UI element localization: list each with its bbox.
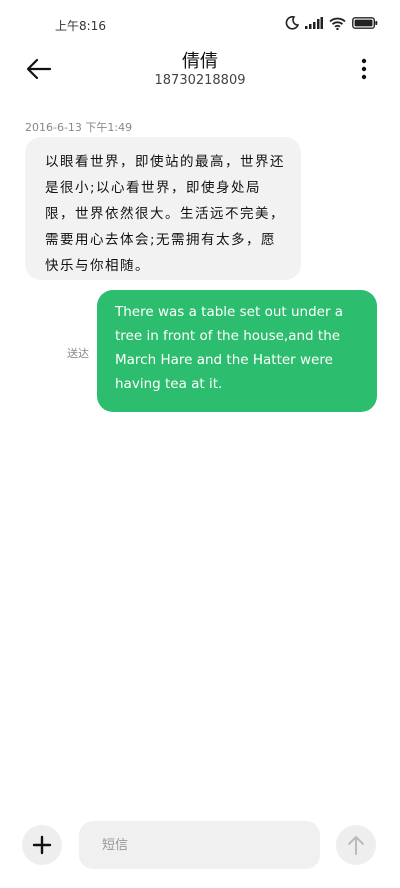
outgoing-message-bubble[interactable]: There was a table set out under a tree i…: [97, 290, 377, 412]
contact-name: 倩倩: [182, 51, 218, 72]
send-button[interactable]: [336, 825, 376, 865]
plus-icon: [32, 835, 52, 855]
delivery-status: 送达: [67, 347, 89, 360]
message-timestamp: 2016-6-13 下午1:49: [25, 121, 133, 134]
status-time: 上午8:16: [55, 19, 106, 33]
composer-bar: [0, 820, 400, 876]
more-options-button[interactable]: [354, 55, 374, 83]
conversation-header: 倩倩 18730218809: [0, 40, 400, 96]
contact-number: 18730218809: [154, 73, 246, 88]
message-input[interactable]: [79, 821, 320, 869]
more-vertical-icon: [361, 58, 367, 80]
status-icons: [285, 16, 378, 30]
add-attachment-button[interactable]: [22, 825, 62, 865]
send-arrow-up-icon: [348, 836, 364, 855]
signal-icon: [305, 17, 323, 29]
moon-icon: [285, 16, 299, 30]
incoming-message-bubble[interactable]: 以眼看世界，即使站的最高，世界还是很小;以心看世界，即使身处局限，世界依然很大。…: [25, 137, 301, 280]
wifi-icon: [329, 17, 346, 30]
battery-icon: [352, 17, 378, 29]
